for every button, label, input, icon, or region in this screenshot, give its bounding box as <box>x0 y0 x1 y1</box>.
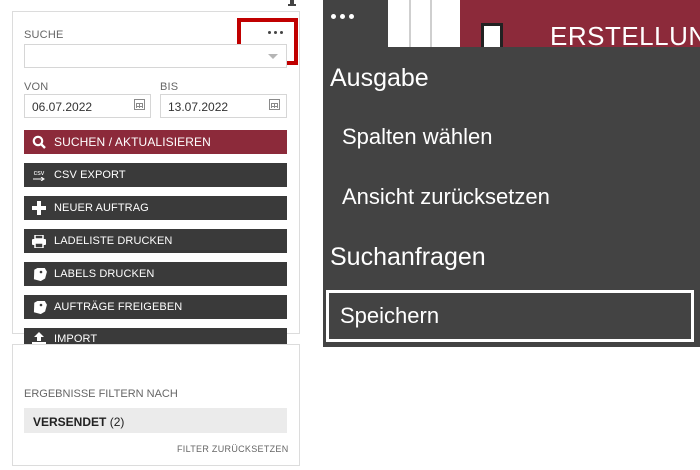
calendar-icon[interactable] <box>269 99 280 110</box>
more-options-icon[interactable] <box>264 26 286 38</box>
print-loading-list-label: LADELISTE DRUCKEN <box>54 235 173 247</box>
label-icon <box>24 295 54 319</box>
to-label: BIS <box>160 81 179 93</box>
csv-export-button[interactable]: csv CSV EXPORT <box>24 163 287 187</box>
label-icon <box>24 262 54 286</box>
release-orders-button[interactable]: AUFTRÄGE FREIGEBEN <box>24 295 287 319</box>
menu-item-choose-columns[interactable]: Spalten wählen <box>342 124 492 150</box>
from-date-input[interactable]: 06.07.2022 <box>24 94 151 118</box>
more-options-icon[interactable] <box>331 14 354 19</box>
print-loading-list-button[interactable]: LADELISTE DRUCKEN <box>24 229 287 253</box>
search-icon <box>24 130 54 154</box>
select-all-checkbox[interactable] <box>481 23 503 47</box>
print-labels-label: LABELS DRUCKEN <box>54 268 155 280</box>
release-orders-label: AUFTRÄGE FREIGEBEN <box>54 301 183 313</box>
search-refresh-label: SUCHEN / AKTUALISIEREN <box>54 135 211 149</box>
new-order-button[interactable]: NEUER AUFTRAG <box>24 196 287 220</box>
filter-item-count: (2) <box>109 415 125 429</box>
filter-item-versendet[interactable]: VERSENDET (2) <box>24 408 287 433</box>
pin-icon[interactable] <box>282 0 302 10</box>
menu-item-save[interactable]: Speichern <box>340 303 439 329</box>
search-label: SUCHE <box>24 29 64 41</box>
divider <box>409 0 411 47</box>
to-date-input[interactable]: 13.07.2022 <box>160 94 287 118</box>
plus-icon <box>24 196 54 220</box>
chevron-down-icon[interactable] <box>268 54 278 59</box>
new-order-label: NEUER AUFTRAG <box>54 202 149 214</box>
csv-icon-text: csv <box>33 169 45 177</box>
menu-section-queries: Suchanfragen <box>330 243 486 271</box>
csv-icon: csv <box>24 163 54 187</box>
calendar-icon[interactable] <box>134 99 145 110</box>
filter-reset-link[interactable]: FILTER ZURÜCKSETZEN <box>177 444 289 454</box>
search-refresh-button[interactable]: SUCHEN / AKTUALISIEREN <box>24 130 287 154</box>
menu-item-reset-view[interactable]: Ansicht zurücksetzen <box>342 184 550 210</box>
filter-heading: ERGEBNISSE FILTERN NACH <box>24 388 178 400</box>
divider <box>430 0 432 47</box>
printer-icon <box>24 229 54 253</box>
csv-export-label: CSV EXPORT <box>54 169 126 181</box>
menu-section-output: Ausgabe <box>330 64 429 92</box>
from-label: VON <box>24 81 49 93</box>
search-select[interactable] <box>24 44 287 68</box>
print-labels-button[interactable]: LABELS DRUCKEN <box>24 262 287 286</box>
filter-item-label: VERSENDET <box>33 415 107 429</box>
